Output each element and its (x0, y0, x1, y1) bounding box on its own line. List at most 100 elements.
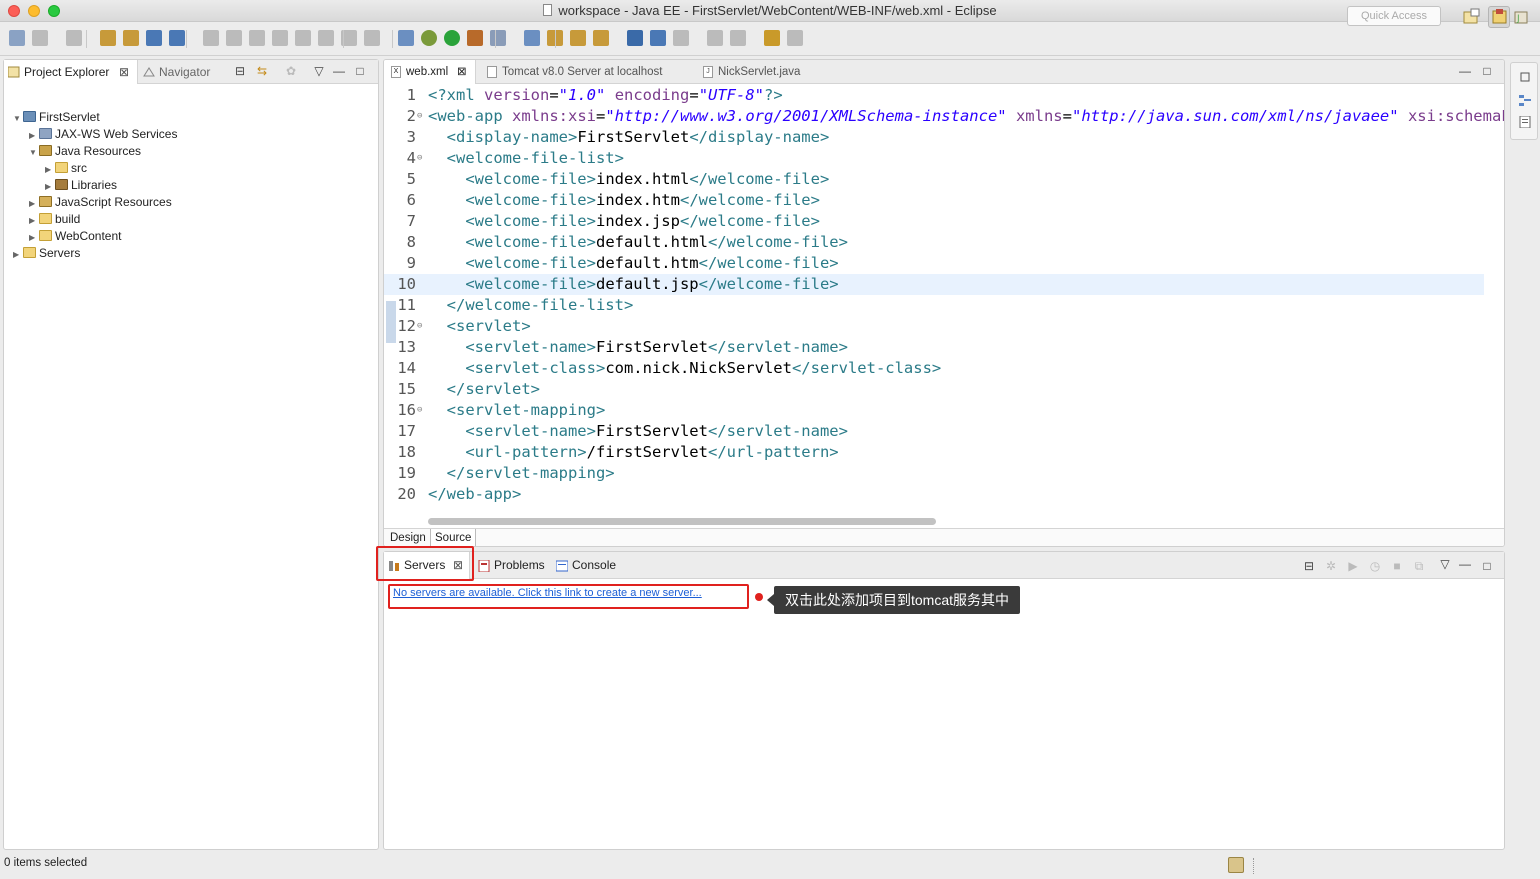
tab-console[interactable]: Console (552, 552, 624, 579)
refresh-icon[interactable] (650, 30, 666, 46)
tree-item[interactable]: ▶ build (29, 211, 80, 228)
use-step-filters-icon[interactable] (398, 30, 414, 46)
maximize-view-icon[interactable]: □ (1480, 559, 1494, 573)
code-line[interactable]: 1 <?xml version="1.0" encoding="UTF-8"?> (384, 85, 1484, 106)
maximize-window-button[interactable] (48, 5, 60, 17)
code-line[interactable]: 8 <welcome-file>default.html</welcome-fi… (384, 232, 1484, 253)
quick-access-input[interactable]: Quick Access (1347, 6, 1441, 26)
search-icon[interactable] (593, 30, 609, 46)
disconnect-icon[interactable] (272, 30, 288, 46)
tab-project-explorer[interactable]: Project Explorer ⊠ (4, 60, 138, 84)
save-all-icon[interactable] (66, 30, 82, 46)
step-over-icon[interactable] (318, 30, 334, 46)
code-line[interactable]: 6 <welcome-file>index.htm</welcome-file> (384, 190, 1484, 211)
run-server-icon[interactable] (467, 30, 483, 46)
collapsed-arrow-icon[interactable]: ▶ (29, 212, 39, 229)
step-into-icon[interactable] (295, 30, 311, 46)
code-line[interactable]: 3 <display-name>FirstServlet</display-na… (384, 127, 1484, 148)
tree-item[interactable]: ▶ Servers (13, 245, 80, 262)
code-line[interactable]: 20 </web-app> (384, 484, 1484, 505)
close-window-button[interactable] (8, 5, 20, 17)
collapsed-arrow-icon[interactable]: ▶ (29, 195, 39, 212)
restore-icon[interactable] (1519, 71, 1531, 83)
close-icon[interactable]: ⊠ (457, 60, 467, 84)
tree-item[interactable]: ▶ src (45, 160, 87, 177)
tab-tomcat-server[interactable]: Tomcat v8.0 Server at localhost (480, 60, 680, 84)
suspend-icon[interactable] (226, 30, 242, 46)
build-icon[interactable] (123, 30, 139, 46)
code-line[interactable]: 16 ⊖ <servlet-mapping> (384, 400, 1484, 421)
code-line[interactable]: 15 </servlet> (384, 379, 1484, 400)
tab-nickservlet-java[interactable]: J NickServlet.java (696, 60, 826, 84)
minimize-editor-icon[interactable]: — (1458, 64, 1472, 78)
fold-toggle-icon[interactable]: ⊖ (417, 148, 422, 169)
java-perspective-icon[interactable]: J (1514, 8, 1530, 26)
task-list-icon[interactable] (1519, 116, 1531, 128)
publish-icon[interactable]: ⧉ (1412, 559, 1426, 573)
java-ee-perspective-icon[interactable] (1488, 6, 1510, 28)
maximize-editor-icon[interactable]: □ (1480, 64, 1494, 78)
terminate-icon[interactable] (249, 30, 265, 46)
new-class-icon[interactable] (524, 30, 540, 46)
code-line[interactable]: 5 <welcome-file>index.html</welcome-file… (384, 169, 1484, 190)
start-server-icon[interactable]: ▶ (1346, 559, 1360, 573)
filters-icon[interactable]: ✿ (284, 64, 298, 78)
collapsed-arrow-icon[interactable]: ▶ (13, 246, 23, 263)
code-line[interactable]: 7 <welcome-file>index.jsp</welcome-file> (384, 211, 1484, 232)
servers-icon[interactable] (100, 30, 116, 46)
pin-icon[interactable] (169, 30, 185, 46)
code-area[interactable]: 1 <?xml version="1.0" encoding="UTF-8"?> 2… (384, 85, 1504, 511)
code-line[interactable]: 2 ⊖ <web-app xmlns:xsi="http://www.w3.org/… (384, 106, 1504, 127)
code-line[interactable]: 18 <url-pattern>/firstServlet</url-patte… (384, 442, 1484, 463)
last-edit-icon[interactable] (730, 30, 746, 46)
code-line[interactable]: 12 ⊖ <servlet> (384, 316, 1484, 337)
globe-icon[interactable] (627, 30, 643, 46)
minimize-view-icon[interactable]: — (1458, 557, 1472, 571)
minimize-window-button[interactable] (28, 5, 40, 17)
collapsed-arrow-icon[interactable]: ▶ (29, 127, 39, 144)
profile-server-icon[interactable]: ◷ (1368, 559, 1382, 573)
fold-toggle-icon[interactable]: ⊖ (417, 400, 422, 421)
open-perspective-icon[interactable] (1462, 8, 1480, 26)
server-status-icon[interactable] (1228, 857, 1244, 873)
code-line[interactable]: 4 ⊖ <welcome-file-list> (384, 148, 1484, 169)
view-menu-icon[interactable]: ▽ (312, 64, 326, 78)
fold-toggle-icon[interactable]: ⊖ (417, 316, 422, 337)
tab-design[interactable]: Design (386, 529, 430, 546)
fold-toggle-icon[interactable]: ⊖ (417, 106, 422, 127)
outline-icon[interactable] (1519, 94, 1531, 106)
debug-icon[interactable] (421, 30, 437, 46)
stop-server-icon[interactable]: ■ (1390, 559, 1404, 573)
tree-item[interactable]: ▶ WebContent (29, 228, 122, 245)
collapsed-arrow-icon[interactable]: ▶ (45, 161, 55, 178)
prev-annotation-icon[interactable] (707, 30, 723, 46)
expanded-arrow-icon[interactable]: ▼ (29, 144, 39, 161)
forward-icon[interactable] (787, 30, 803, 46)
terminal-icon[interactable] (146, 30, 162, 46)
code-line[interactable]: 19 </servlet-mapping> (384, 463, 1484, 484)
back-icon[interactable] (764, 30, 780, 46)
tab-navigator[interactable]: Navigator (139, 60, 219, 84)
open-task-icon[interactable] (570, 30, 586, 46)
code-line[interactable]: 14 <servlet-class>com.nick.NickServlet</… (384, 358, 1484, 379)
collapse-all-icon[interactable]: ⊟ (233, 64, 247, 78)
code-line[interactable]: 9 <welcome-file>default.htm</welcome-fil… (384, 253, 1484, 274)
tree-item[interactable]: ▼ Java Resources (29, 143, 141, 160)
collapsed-arrow-icon[interactable]: ▶ (45, 178, 55, 195)
tree-item[interactable]: ▶ JAX-WS Web Services (29, 126, 177, 143)
maximize-view-icon[interactable]: □ (353, 64, 367, 78)
next-annotation-icon[interactable] (673, 30, 689, 46)
code-line[interactable]: 13 <servlet-name>FirstServlet</servlet-n… (384, 337, 1484, 358)
debug-server-icon[interactable]: ✲ (1324, 559, 1338, 573)
tree-item[interactable]: ▶ JavaScript Resources (29, 194, 172, 211)
drop-to-frame-icon[interactable] (364, 30, 380, 46)
tree-item[interactable]: ▼ FirstServlet (13, 109, 100, 126)
new-icon[interactable] (9, 30, 25, 46)
run-icon[interactable] (444, 30, 460, 46)
resume-icon[interactable] (203, 30, 219, 46)
collapsed-arrow-icon[interactable]: ▶ (29, 229, 39, 246)
save-icon[interactable] (32, 30, 48, 46)
tab-problems[interactable]: Problems (474, 552, 550, 579)
collapse-all-icon[interactable]: ⊟ (1302, 559, 1316, 573)
expanded-arrow-icon[interactable]: ▼ (13, 110, 23, 127)
